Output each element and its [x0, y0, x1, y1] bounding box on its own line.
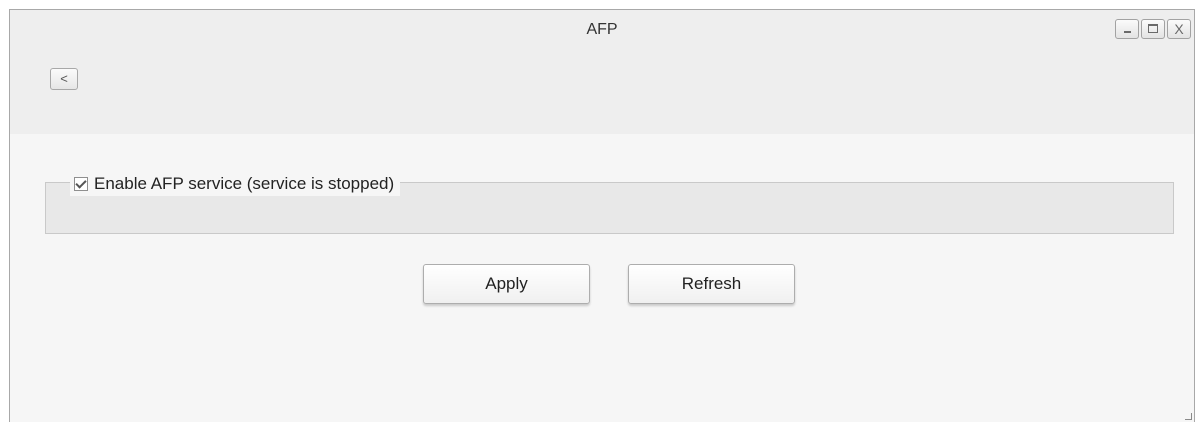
enable-afp-checkbox[interactable] — [74, 177, 88, 191]
enable-afp-legend: Enable AFP service (service is stopped) — [70, 172, 401, 196]
refresh-button[interactable]: Refresh — [628, 264, 795, 304]
enable-afp-label[interactable]: Enable AFP service (service is stopped) — [94, 174, 394, 194]
maximize-button[interactable] — [1141, 19, 1165, 39]
content-area: Enable AFP service (service is stopped) … — [10, 134, 1194, 422]
apply-button[interactable]: Apply — [423, 264, 590, 304]
afp-window: AFP X < Enable AFP service (service is s… — [9, 9, 1195, 422]
title-bar: AFP X < — [10, 10, 1194, 134]
window-title: AFP — [586, 21, 618, 38]
close-button[interactable]: X — [1167, 19, 1191, 39]
close-icon: X — [1174, 21, 1184, 37]
window-controls: X — [1115, 19, 1191, 39]
checkmark-icon — [75, 177, 87, 189]
minimize-icon — [1124, 31, 1131, 33]
maximize-icon — [1148, 24, 1158, 33]
minimize-button[interactable] — [1115, 19, 1139, 39]
resize-grip-icon[interactable] — [1185, 413, 1192, 420]
back-button[interactable]: < — [50, 68, 78, 90]
